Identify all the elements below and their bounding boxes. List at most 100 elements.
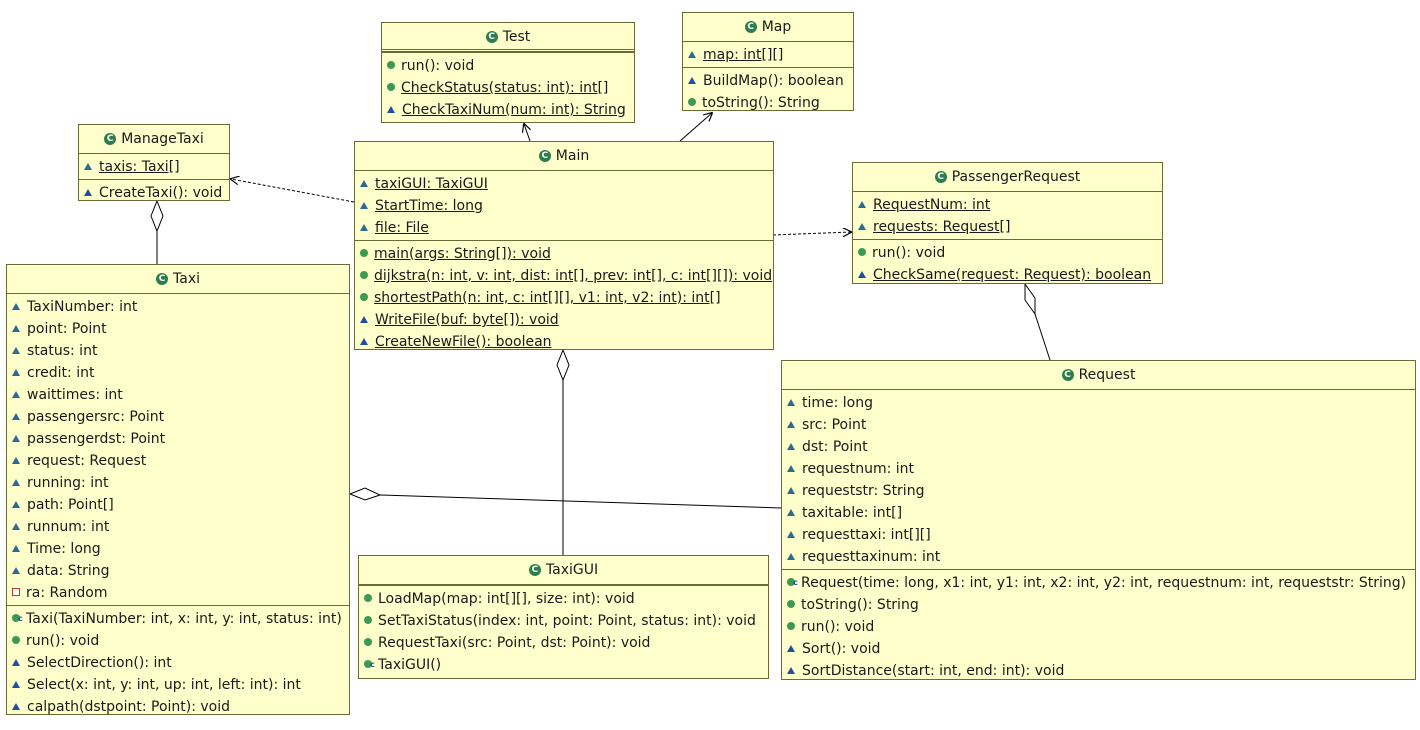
class-attribute[interactable]: file: File bbox=[355, 217, 773, 239]
class-attribute[interactable]: credit: int bbox=[7, 362, 349, 384]
class-attribute[interactable]: RequestNum: int bbox=[853, 194, 1162, 216]
member-text: Taxi(TaxiNumber: int, x: int, y: int, st… bbox=[26, 611, 342, 627]
class-attribute[interactable]: StartTime: long bbox=[355, 195, 773, 217]
member-text: CheckSame(request: Request): boolean bbox=[873, 267, 1152, 283]
attributes-section: taxis: Taxi[] bbox=[79, 154, 229, 179]
class-test[interactable]: C Test run(): void CheckStatus(status: int)… bbox=[381, 22, 635, 123]
class-operation[interactable]: SelectDirection(): int bbox=[7, 652, 349, 674]
class-attribute[interactable]: dst: Point bbox=[782, 436, 1415, 458]
class-icon: C bbox=[485, 31, 498, 43]
member-text: SortDistance(start: int, end: int): void bbox=[802, 663, 1065, 679]
class-operation[interactable]: CreateNewFile(): boolean bbox=[355, 331, 773, 353]
class-operation[interactable]: CheckStatus(status: int): int[] bbox=[382, 77, 634, 99]
class-map[interactable]: C Map map: int[][] BuildMap(): boolean toStr… bbox=[682, 12, 854, 111]
class-attribute[interactable]: runnum: int bbox=[7, 516, 349, 538]
class-main[interactable]: C Main taxiGUI: TaxiGUI StartTime: long file… bbox=[354, 141, 774, 350]
class-attribute[interactable]: status: int bbox=[7, 340, 349, 362]
member-text: dijkstra(n: int, v: int, dist: int[], pr… bbox=[374, 268, 773, 284]
attributes-section: map: int[][] bbox=[683, 42, 853, 67]
operations-section: run(): void CheckSame(request: Request): … bbox=[853, 239, 1162, 287]
class-attribute[interactable]: request: Request bbox=[7, 450, 349, 472]
class-operation[interactable]: CheckSame(request: Request): boolean bbox=[853, 264, 1162, 286]
class-attribute[interactable]: taxiGUI: TaxiGUI bbox=[355, 173, 773, 195]
class-attribute[interactable]: running: int bbox=[7, 472, 349, 494]
class-operation[interactable]: RequestTaxi(src: Point, dst: Point): voi… bbox=[359, 632, 768, 654]
class-operation[interactable]: calpath(dstpoint: Point): void bbox=[7, 696, 349, 718]
class-attribute[interactable]: requesttaxi: int[][] bbox=[782, 524, 1415, 546]
package-visibility-icon bbox=[12, 522, 20, 530]
class-attribute[interactable]: requeststr: String bbox=[782, 480, 1415, 502]
class-operation[interactable]: main(args: String[]): void bbox=[355, 243, 773, 265]
class-attribute[interactable]: requests: Request[] bbox=[853, 216, 1162, 238]
class-operation[interactable]: run(): void bbox=[853, 242, 1162, 264]
class-operation[interactable]: WriteFile(buf: byte[]): void bbox=[355, 309, 773, 331]
class-operation[interactable]: CheckTaxiNum(num: int): String bbox=[382, 99, 634, 121]
class-passengerrequest[interactable]: C PassengerRequest RequestNum: int requests… bbox=[852, 162, 1163, 284]
class-attribute[interactable]: point: Point bbox=[7, 318, 349, 340]
class-operation[interactable]: run(): void bbox=[382, 55, 634, 77]
member-text: shortestPath(n: int, c: int[][], v1: int… bbox=[374, 290, 721, 306]
class-operation[interactable]: BuildMap(): boolean bbox=[683, 70, 853, 92]
package-visibility-icon bbox=[787, 420, 795, 428]
class-attribute[interactable]: waittimes: int bbox=[7, 384, 349, 406]
class-attribute[interactable]: taxitable: int[] bbox=[782, 502, 1415, 524]
class-operation[interactable]: dijkstra(n: int, v: int, dist: int[], pr… bbox=[355, 265, 773, 287]
class-operation[interactable]: Sort(): void bbox=[782, 638, 1415, 660]
class-name: Map bbox=[761, 19, 792, 35]
class-operation[interactable]: CreateTaxi(): void bbox=[79, 182, 229, 204]
class-name: PassengerRequest bbox=[951, 169, 1081, 185]
class-taxigui[interactable]: C TaxiGUI LoadMap(map: int[][], size: int)… bbox=[358, 555, 769, 679]
package-visibility-icon bbox=[12, 658, 20, 666]
class-operation[interactable]: SetTaxiStatus(index: int, point: Point, … bbox=[359, 610, 768, 632]
class-operation[interactable]: run(): void bbox=[782, 616, 1415, 638]
member-text: request: Request bbox=[27, 453, 147, 469]
class-operation[interactable]: run(): void bbox=[7, 630, 349, 652]
class-attribute[interactable]: requesttaxinum: int bbox=[782, 546, 1415, 568]
class-operation[interactable]: Taxi(TaxiNumber: int, x: int, y: int, st… bbox=[7, 608, 349, 630]
class-attribute[interactable]: data: String bbox=[7, 560, 349, 582]
class-operation[interactable]: toString(): String bbox=[683, 92, 853, 114]
class-attribute[interactable]: Time: long bbox=[7, 538, 349, 560]
class-attribute[interactable]: path: Point[] bbox=[7, 494, 349, 516]
class-attribute[interactable]: src: Point bbox=[782, 414, 1415, 436]
class-attribute[interactable]: passengersrc: Point bbox=[7, 406, 349, 428]
member-text: requests: Request[] bbox=[873, 219, 1011, 235]
class-attribute[interactable]: passengerdst: Point bbox=[7, 428, 349, 450]
class-attribute[interactable]: ra: Random bbox=[7, 582, 349, 604]
member-text: time: long bbox=[802, 395, 874, 411]
package-visibility-icon bbox=[787, 644, 795, 652]
member-text: src: Point bbox=[802, 417, 867, 433]
member-text: RequestNum: int bbox=[873, 197, 991, 213]
class-operation[interactable]: Select(x: int, y: int, up: int, left: in… bbox=[7, 674, 349, 696]
member-text: toString(): String bbox=[801, 597, 919, 613]
package-visibility-icon bbox=[360, 201, 368, 209]
class-attribute[interactable]: TaxiNumber: int bbox=[7, 296, 349, 318]
class-operation[interactable]: SortDistance(start: int, end: int): void bbox=[782, 660, 1415, 682]
class-operation[interactable]: TaxiGUI() bbox=[359, 654, 768, 676]
class-managetaxi[interactable]: C ManageTaxi taxis: Taxi[] CreateTaxi(): vo… bbox=[78, 124, 230, 201]
class-attribute[interactable]: time: long bbox=[782, 392, 1415, 414]
class-operation[interactable]: shortestPath(n: int, c: int[][], v1: int… bbox=[355, 287, 773, 309]
constructor-icon bbox=[364, 654, 375, 676]
class-request[interactable]: C Request time: long src: Point dst: Point re… bbox=[781, 360, 1416, 680]
class-operation[interactable]: toString(): String bbox=[782, 594, 1415, 616]
class-operation[interactable]: Request(time: long, x1: int, y1: int, x2… bbox=[782, 572, 1415, 594]
class-operation[interactable]: LoadMap(map: int[][], size: int): void bbox=[359, 588, 768, 610]
package-visibility-icon bbox=[858, 200, 866, 208]
class-taxi[interactable]: C Taxi TaxiNumber: int point: Point status: … bbox=[6, 264, 350, 715]
class-icon: C bbox=[934, 171, 947, 183]
class-attribute[interactable]: taxis: Taxi[] bbox=[79, 156, 229, 178]
member-text: StartTime: long bbox=[375, 198, 483, 214]
public-visibility-icon bbox=[787, 600, 795, 608]
package-visibility-icon bbox=[12, 346, 20, 354]
class-attribute[interactable]: requestnum: int bbox=[782, 458, 1415, 480]
member-text: calpath(dstpoint: Point): void bbox=[27, 699, 231, 715]
class-attribute[interactable]: map: int[][] bbox=[683, 44, 853, 66]
class-icon: C bbox=[528, 564, 541, 576]
public-visibility-icon bbox=[387, 83, 395, 91]
member-text: LoadMap(map: int[][], size: int): void bbox=[378, 591, 635, 607]
member-text: status: int bbox=[27, 343, 98, 359]
package-visibility-icon bbox=[12, 412, 20, 420]
member-text: CreateNewFile(): boolean bbox=[375, 334, 552, 350]
class-header: C Map bbox=[683, 13, 853, 42]
